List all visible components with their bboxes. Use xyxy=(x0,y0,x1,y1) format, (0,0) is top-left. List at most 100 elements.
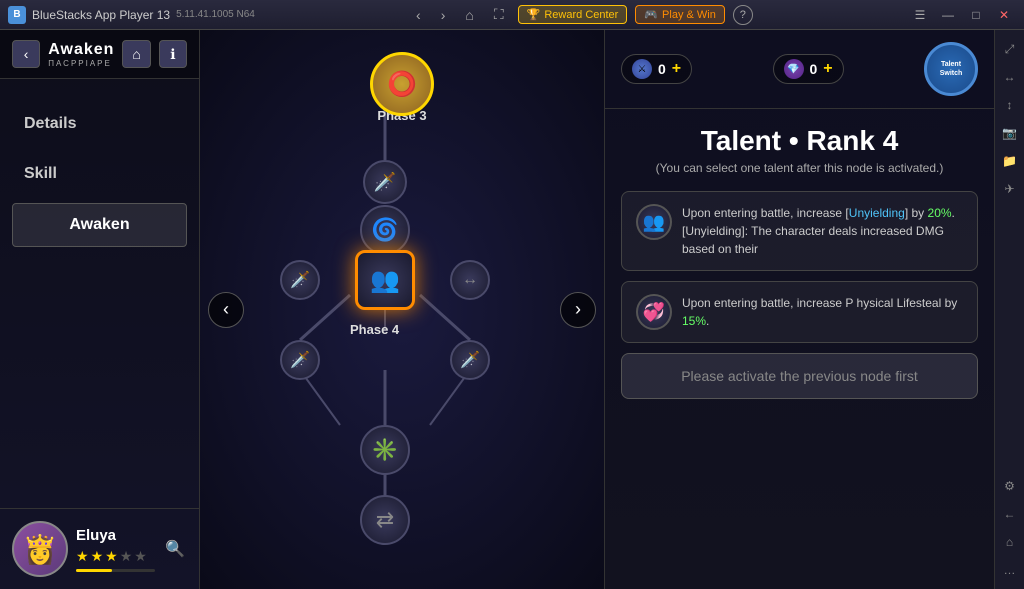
play-win-button[interactable]: 🎮 Play & Win xyxy=(635,5,725,24)
talent-unyielding-link: Unyielding xyxy=(849,206,905,220)
character-info: Eluya ★ ★ ★ ★ ★ xyxy=(76,527,155,572)
star-5: ★ xyxy=(134,548,147,565)
game-next-arrow[interactable]: › xyxy=(560,292,596,328)
talent-node-3a[interactable]: 🗡️ xyxy=(280,260,320,300)
sidebar-item-details[interactable]: Details xyxy=(0,99,199,149)
edge-expand-btn[interactable]: ⤢ xyxy=(999,38,1021,60)
character-name: Eluya xyxy=(76,527,155,544)
talent-option2-text: Upon entering battle, increase P hysical… xyxy=(682,294,963,330)
app-logo: B xyxy=(8,6,26,24)
app-name: BlueStacks App Player 13 xyxy=(32,8,170,22)
currency2-group: 💎 0 + xyxy=(773,54,844,84)
edge-folder-btn[interactable]: 📁 xyxy=(999,150,1021,172)
activate-btn-label: Please activate the previous node first xyxy=(681,368,918,384)
character-level-fill xyxy=(76,569,112,572)
talent-node-2[interactable]: 🌀 xyxy=(360,205,410,255)
star-2: ★ xyxy=(91,548,104,565)
info-icon-btn[interactable]: ℹ xyxy=(159,40,187,68)
talent-node-1[interactable]: 🗡️ xyxy=(363,160,407,204)
currency2-plus-button[interactable]: + xyxy=(823,60,832,78)
close-button[interactable]: ✕ xyxy=(992,5,1016,25)
nav-forward-btn[interactable]: › xyxy=(435,5,452,25)
minimize-button[interactable]: — xyxy=(936,5,960,25)
currency1-icon: ⚔ xyxy=(632,59,652,79)
menu-button[interactable]: ☰ xyxy=(908,5,932,25)
help-button[interactable]: ? xyxy=(733,5,753,25)
home-icon-btn[interactable]: ⌂ xyxy=(122,40,150,68)
talent-rank-title: Talent • Rank 4 xyxy=(621,125,978,157)
currency1-plus-button[interactable]: + xyxy=(672,60,681,78)
home-icon: ⌂ xyxy=(132,46,140,62)
talent-node-phase4[interactable]: 👥 xyxy=(355,250,415,310)
edge-toolbar: ⤢ ↔ ↕ 📷 📁 ✈ ⚙ ← ⌂ … xyxy=(994,30,1024,589)
reward-center-button[interactable]: 🏆 Reward Center xyxy=(518,5,628,24)
talent-node-4b[interactable]: 🗡️ xyxy=(450,340,490,380)
titlebar-left: B BlueStacks App Player 13 5.11.41.1005 … xyxy=(8,6,255,24)
phase3-group: ⭕ Phase 3 xyxy=(370,40,434,123)
talent-option2-icon: 💞 xyxy=(636,294,672,330)
activate-button: Please activate the previous node first xyxy=(621,353,978,399)
play-win-icon: 🎮 xyxy=(644,8,658,21)
talent-percent1: 20% xyxy=(928,206,952,220)
sidebar: ‹ Awaken ПАСРΡΙΑΡΕ ⌂ ℹ Details Skill Awa… xyxy=(0,30,200,589)
awaken-title: Awaken xyxy=(48,41,114,59)
sidebar-item-awaken[interactable]: Awaken xyxy=(12,203,187,247)
character-avatar: 👸 xyxy=(12,521,68,577)
talent-node-3c[interactable]: ↔ xyxy=(450,260,490,300)
phase4-label: Phase 4 xyxy=(350,322,399,337)
talent-node-5[interactable]: ✳️ xyxy=(360,425,410,475)
star-1: ★ xyxy=(76,548,89,565)
star-4: ★ xyxy=(120,548,133,565)
edge-back-btn[interactable]: ← xyxy=(999,503,1021,525)
titlebar-controls: ☰ — □ ✕ xyxy=(908,5,1016,25)
edge-camera-btn[interactable]: 📷 xyxy=(999,122,1021,144)
app-version: 5.11.41.1005 N64 xyxy=(176,9,255,20)
character-search-button[interactable]: 🔍 xyxy=(163,537,187,561)
nav-fullscreen-btn[interactable]: ⛶ xyxy=(488,4,510,25)
maximize-button[interactable]: □ xyxy=(964,5,988,25)
talent-switch-button[interactable]: Talent Switch xyxy=(924,42,978,96)
reward-center-label: Reward Center xyxy=(544,9,618,21)
awaken-subtitle: ПАСРΡΙΑΡΕ xyxy=(48,59,114,68)
back-button[interactable]: ‹ xyxy=(12,40,40,68)
currency1-group: ⚔ 0 + xyxy=(621,54,692,84)
edge-settings-btn[interactable]: ⚙ xyxy=(999,475,1021,497)
edge-resize-h-btn[interactable]: ↔ xyxy=(999,66,1021,88)
edge-resize-v-btn[interactable]: ↕ xyxy=(999,94,1021,116)
right-panel: ⚔ 0 + 💎 0 + Talent Switch Talent • Rank … xyxy=(604,30,994,589)
edge-plane-btn[interactable]: ✈ xyxy=(999,178,1021,200)
reward-icon: 🏆 xyxy=(527,8,541,21)
star-3: ★ xyxy=(105,548,118,565)
character-section: 👸 Eluya ★ ★ ★ ★ ★ 🔍 xyxy=(0,508,199,589)
talent-switch-line2: Switch xyxy=(940,69,963,78)
titlebar: B BlueStacks App Player 13 5.11.41.1005 … xyxy=(0,0,1024,30)
talent-percent2: 15% xyxy=(682,314,706,328)
character-level-bar xyxy=(76,569,155,572)
currency2-value: 0 xyxy=(810,61,818,77)
currency2-icon: 💎 xyxy=(784,59,804,79)
sidebar-item-skill[interactable]: Skill xyxy=(0,149,199,199)
talent-option-1[interactable]: 👥 Upon entering battle, increase [Unyiel… xyxy=(621,191,978,271)
sidebar-header: ‹ Awaken ПАСРΡΙΑΡΕ ⌂ ℹ xyxy=(0,30,199,79)
game-area: ⭕ Phase 3 🗡️ 🌀 🗡️ 👥 ↔ Phase 4 🗡️ xyxy=(200,30,604,589)
talent-switch-line1: Talent xyxy=(941,60,961,69)
talent-option-2[interactable]: 💞 Upon entering battle, increase P hysic… xyxy=(621,281,978,343)
currency1-value: 0 xyxy=(658,61,666,77)
back-icon: ‹ xyxy=(24,46,29,62)
info-icon: ℹ xyxy=(170,46,175,63)
right-header: ⚔ 0 + 💎 0 + Talent Switch xyxy=(605,30,994,109)
talent-option1-icon: 👥 xyxy=(636,204,672,240)
edge-more-btn[interactable]: … xyxy=(999,559,1021,581)
titlebar-center: ‹ › ⌂ ⛶ 🏆 Reward Center 🎮 Play & Win ? xyxy=(410,4,753,25)
talent-node-6[interactable]: ⇄ xyxy=(360,495,410,545)
awaken-title-group: Awaken ПАСРΡΙΑΡΕ xyxy=(48,41,114,68)
nav-home-btn[interactable]: ⌂ xyxy=(459,5,479,25)
edge-home-btn[interactable]: ⌂ xyxy=(999,531,1021,553)
talent-option1-text: Upon entering battle, increase [Unyieldi… xyxy=(682,204,963,258)
character-stars: ★ ★ ★ ★ ★ xyxy=(76,548,155,565)
phase3-node[interactable]: ⭕ xyxy=(370,52,434,116)
main-content: ‹ Awaken ПАСРΡΙΑΡΕ ⌂ ℹ Details Skill Awa… xyxy=(0,30,1024,589)
nav-back-btn[interactable]: ‹ xyxy=(410,5,427,25)
talent-node-4a[interactable]: 🗡️ xyxy=(280,340,320,380)
game-prev-arrow[interactable]: ‹ xyxy=(208,292,244,328)
